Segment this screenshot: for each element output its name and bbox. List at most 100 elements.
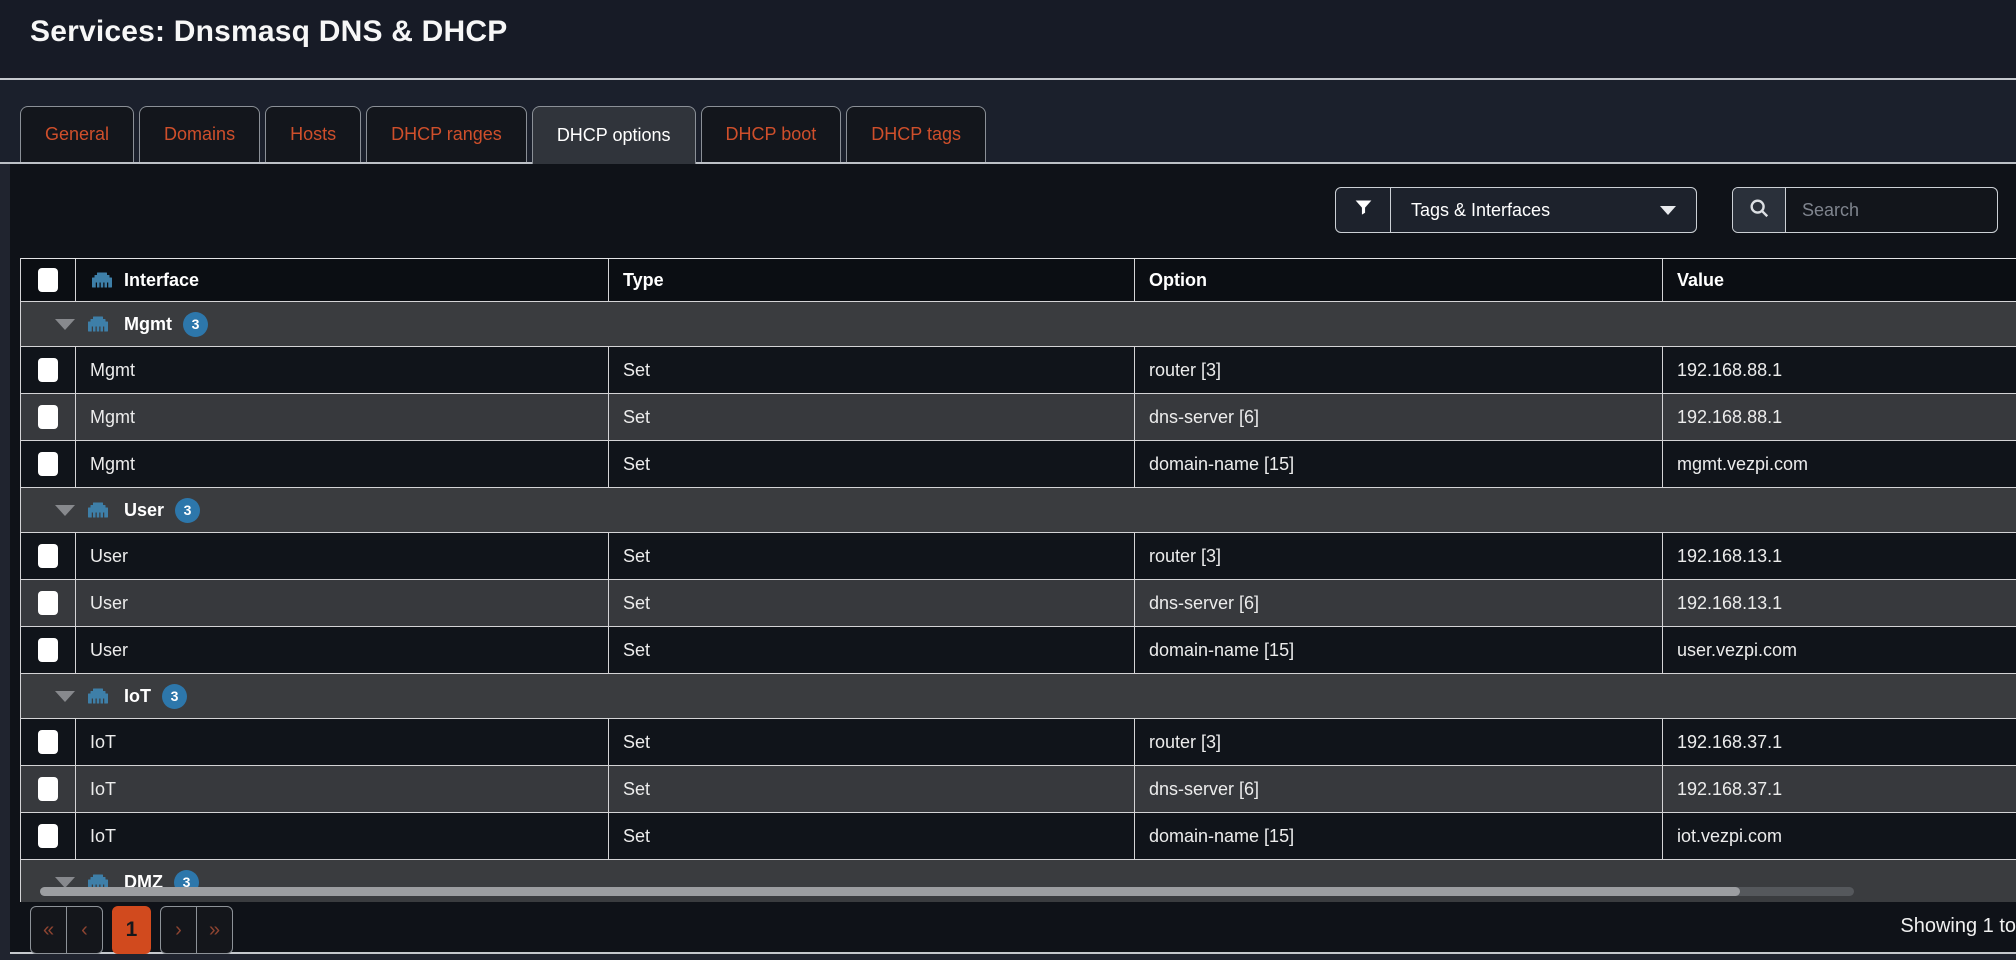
cell-value: iot.vezpi.com: [1663, 813, 2016, 859]
row-checkbox[interactable]: [38, 452, 58, 476]
page-title: Services: Dnsmasq DNS & DHCP: [30, 15, 507, 49]
cell-value: 192.168.13.1: [1663, 580, 2016, 626]
search-button[interactable]: [1733, 188, 1786, 232]
next-page-button[interactable]: ›: [160, 906, 197, 954]
cell-value: 192.168.37.1: [1663, 766, 2016, 812]
search-input[interactable]: [1786, 188, 1997, 232]
filter-button[interactable]: [1336, 188, 1391, 232]
cell-type: Set: [609, 580, 1135, 626]
cell-interface: IoT: [76, 719, 609, 765]
last-page-button[interactable]: »: [196, 906, 233, 954]
row-checkbox[interactable]: [38, 544, 58, 568]
row-checkbox[interactable]: [38, 824, 58, 848]
caret-down-icon[interactable]: [55, 691, 75, 702]
horizontal-scrollbar-track[interactable]: [40, 887, 1854, 896]
table-row: UserSetdomain-name [15]user.vezpi.com: [21, 627, 2016, 674]
row-checkbox-cell: [21, 766, 76, 812]
horizontal-scrollbar-thumb[interactable]: [40, 887, 1740, 896]
column-header-value[interactable]: Value: [1663, 259, 2016, 301]
cell-interface: User: [76, 533, 609, 579]
filter-dropdown[interactable]: Tags & Interfaces: [1391, 188, 1696, 232]
cell-option: router [3]: [1135, 347, 1663, 393]
count-badge: 3: [162, 684, 187, 709]
chevron-down-icon: [1660, 206, 1676, 215]
tab-general[interactable]: General: [20, 106, 134, 162]
filter-dropdown-label: Tags & Interfaces: [1411, 200, 1550, 221]
cell-option: router [3]: [1135, 533, 1663, 579]
group-row-mgmt[interactable]: Mgmt 3: [21, 302, 2016, 347]
first-page-button[interactable]: «: [30, 906, 67, 954]
row-checkbox-cell: [21, 813, 76, 859]
count-badge: 3: [183, 312, 208, 337]
row-checkbox-cell: [21, 627, 76, 673]
previous-page-button[interactable]: ‹: [66, 906, 103, 954]
cell-value: 192.168.13.1: [1663, 533, 2016, 579]
group-name: Mgmt: [124, 314, 172, 335]
dhcp-options-table: Interface Type Option Value Mgmt3MgmtSet…: [20, 258, 2016, 902]
count-badge: 3: [175, 498, 200, 523]
cell-type: Set: [609, 347, 1135, 393]
table-row: MgmtSetdns-server [6]192.168.88.1: [21, 394, 2016, 441]
row-checkbox[interactable]: [38, 405, 58, 429]
cell-option: domain-name [15]: [1135, 441, 1663, 487]
cell-interface: Mgmt: [76, 441, 609, 487]
column-header-interface[interactable]: Interface: [76, 259, 609, 301]
cell-interface: User: [76, 627, 609, 673]
tab-dhcp-boot[interactable]: DHCP boot: [701, 106, 842, 162]
column-header-option[interactable]: Option: [1135, 259, 1663, 301]
page-1-button[interactable]: 1: [112, 906, 151, 954]
tab-dhcp-ranges[interactable]: DHCP ranges: [366, 106, 527, 162]
tab-bar-container: GeneralDomainsHostsDHCP rangesDHCP optio…: [0, 80, 2016, 164]
caret-down-icon[interactable]: [55, 877, 75, 888]
search-icon: [1748, 197, 1770, 224]
column-header-type[interactable]: Type: [609, 259, 1135, 301]
tab-domains[interactable]: Domains: [139, 106, 260, 162]
page-header: Services: Dnsmasq DNS & DHCP: [0, 0, 2016, 80]
table-row: IoTSetrouter [3]192.168.37.1: [21, 719, 2016, 766]
cell-option: router [3]: [1135, 719, 1663, 765]
search-group: [1732, 187, 1998, 233]
row-checkbox[interactable]: [38, 730, 58, 754]
cell-interface: IoT: [76, 813, 609, 859]
caret-down-icon[interactable]: [55, 319, 75, 330]
tab-dhcp-options[interactable]: DHCP options: [532, 106, 696, 164]
cell-option: dns-server [6]: [1135, 580, 1663, 626]
row-checkbox[interactable]: [38, 358, 58, 382]
row-checkbox-cell: [21, 533, 76, 579]
row-checkbox-cell: [21, 719, 76, 765]
group-name: IoT: [124, 686, 151, 707]
cell-type: Set: [609, 813, 1135, 859]
header-checkbox-cell: [21, 259, 76, 301]
cell-interface: Mgmt: [76, 394, 609, 440]
ethernet-icon: [90, 270, 114, 290]
ethernet-icon: [86, 314, 110, 334]
cell-value: mgmt.vezpi.com: [1663, 441, 2016, 487]
group-row-iot[interactable]: IoT 3: [21, 674, 2016, 719]
pagination-status: Showing 1 to: [1900, 915, 2016, 938]
table-header-row: Interface Type Option Value: [21, 258, 2016, 302]
cell-value: 192.168.88.1: [1663, 394, 2016, 440]
table-row: IoTSetdomain-name [15]iot.vezpi.com: [21, 813, 2016, 860]
select-all-checkbox[interactable]: [38, 268, 58, 292]
table-row: UserSetdns-server [6]192.168.13.1: [21, 580, 2016, 627]
table-row: MgmtSetrouter [3]192.168.88.1: [21, 347, 2016, 394]
tab-dhcp-tags[interactable]: DHCP tags: [846, 106, 986, 162]
cell-value: 192.168.37.1: [1663, 719, 2016, 765]
group-name: User: [124, 500, 164, 521]
row-checkbox[interactable]: [38, 591, 58, 615]
row-checkbox[interactable]: [38, 777, 58, 801]
cell-option: dns-server [6]: [1135, 394, 1663, 440]
cell-interface: IoT: [76, 766, 609, 812]
table-body: Mgmt3MgmtSetrouter [3]192.168.88.1MgmtSe…: [21, 302, 2016, 902]
tab-hosts[interactable]: Hosts: [265, 106, 361, 162]
row-checkbox-cell: [21, 394, 76, 440]
row-checkbox[interactable]: [38, 638, 58, 662]
ethernet-icon: [86, 500, 110, 520]
cell-option: domain-name [15]: [1135, 627, 1663, 673]
cell-type: Set: [609, 719, 1135, 765]
ethernet-icon: [86, 686, 110, 706]
caret-down-icon[interactable]: [55, 505, 75, 516]
row-checkbox-cell: [21, 347, 76, 393]
cell-type: Set: [609, 627, 1135, 673]
group-row-user[interactable]: User 3: [21, 488, 2016, 533]
